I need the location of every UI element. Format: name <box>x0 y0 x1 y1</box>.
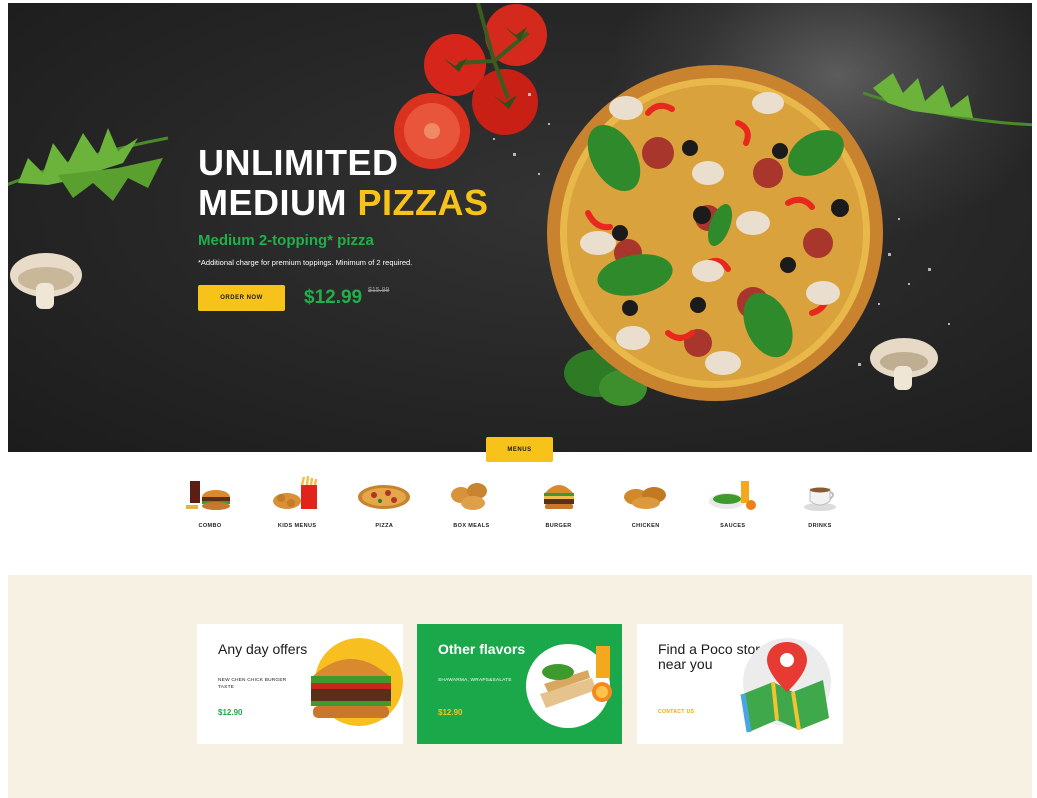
category-sauces[interactable]: SAUCES <box>703 475 763 545</box>
hero-title-line2: MEDIUM PIZZAS <box>198 183 538 223</box>
category-label: SAUCES <box>720 523 746 529</box>
category-combo[interactable]: COMBO <box>180 475 240 545</box>
card-price: $12.90 <box>218 708 243 717</box>
category-pizza[interactable]: PIZZA <box>354 475 414 545</box>
category-kids-menus[interactable]: KIDS MENUS <box>267 475 327 545</box>
combo-icon <box>186 481 230 510</box>
arugula-left-icon <box>8 128 169 201</box>
hero-title-line1: UNLIMITED <box>198 142 399 183</box>
order-now-button[interactable]: ORDER NOW <box>198 285 285 311</box>
hero-title-line2-white: MEDIUM <box>198 182 347 223</box>
hero-banner: UNLIMITED MEDIUM PIZZAS Medium 2-topping… <box>8 3 1032 452</box>
chicken-icon <box>623 487 666 509</box>
sauces-icon <box>708 481 756 510</box>
mushroom-right-icon <box>870 338 938 390</box>
drinks-icon <box>803 487 836 511</box>
hero-subtitle: Medium 2-topping* pizza <box>198 232 374 249</box>
arugula-right-icon <box>862 73 1032 127</box>
contact-us-link[interactable]: CONTACT US <box>658 709 694 715</box>
hero-title: UNLIMITED MEDIUM PIZZAS <box>198 143 538 223</box>
hero-artwork <box>8 3 1032 406</box>
kids-menu-icon <box>273 475 318 509</box>
hero-title-line2-accent: PIZZAS <box>357 182 489 223</box>
box-meals-icon <box>451 483 488 510</box>
hero-price: $12.99 <box>304 287 363 308</box>
pizza-icon <box>547 65 883 401</box>
category-label: COMBO <box>198 523 222 529</box>
shawarma-plate-icon <box>526 644 612 728</box>
burger-icon <box>543 485 574 509</box>
category-nav: COMBO KIDS MENUS PIZZA BOX MEALS BURGER … <box>180 475 850 545</box>
offer-card-any-day[interactable]: Any day offers NEW CHEN CHICK BURGER TAS… <box>197 624 403 744</box>
pizza-icon <box>358 485 411 509</box>
mushroom-left-icon <box>10 253 82 309</box>
category-label: PIZZA <box>375 523 394 529</box>
hero-note: *Additional charge for premium toppings.… <box>198 258 413 267</box>
category-label: CHICKEN <box>631 523 660 529</box>
store-locator-card[interactable]: Find a Poco store near you CONTACT US <box>637 624 843 744</box>
category-label: KIDS MENUS <box>277 523 317 529</box>
card-price: $12.90 <box>438 708 463 717</box>
category-burger[interactable]: BURGER <box>529 475 589 545</box>
hero-old-price: $15.99 <box>368 287 390 294</box>
category-drinks[interactable]: DRINKS <box>790 475 850 545</box>
category-label: BURGER <box>545 523 572 529</box>
category-chicken[interactable]: CHICKEN <box>616 475 676 545</box>
category-label: BOX MEALS <box>453 523 490 529</box>
category-box-meals[interactable]: BOX MEALS <box>441 475 501 545</box>
menus-tab[interactable]: MENUS <box>486 437 553 462</box>
offer-card-other-flavors[interactable]: Other flavors SHAWARMA, WRAPS&SALATE $12… <box>417 624 622 744</box>
map-pin-icon <box>740 638 831 733</box>
category-label: DRINKS <box>808 523 832 529</box>
burger-icon <box>311 638 403 726</box>
